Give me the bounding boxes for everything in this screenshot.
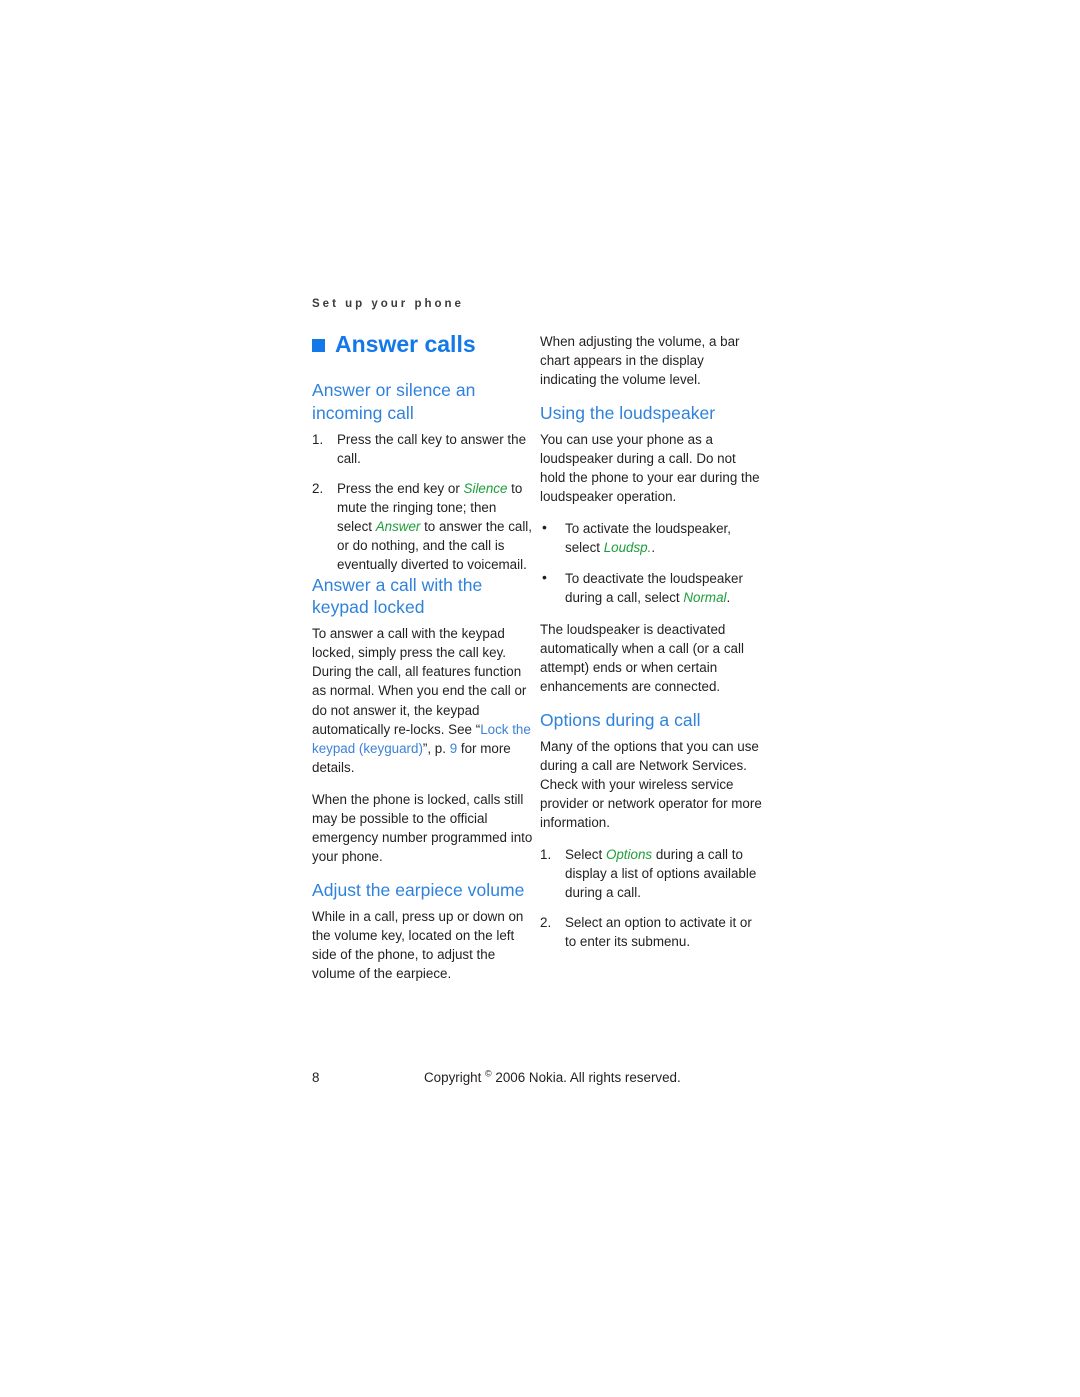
list-marker: 1.: [312, 431, 324, 447]
loudspeaker-bullets: • To activate the loudspeaker, select Lo…: [540, 519, 764, 606]
list-item: 1. Press the call key to answer the call…: [312, 430, 534, 468]
paragraph-keypad-locked: To answer a call with the keypad locked,…: [312, 626, 531, 775]
bullet-icon: •: [542, 519, 547, 536]
paragraph-loudspeaker-deactivated: The loudspeaker is deactivated automatic…: [540, 621, 744, 694]
list-text: Press the call key to answer the call.: [337, 431, 527, 466]
heading-options-during-call: Options during a call: [540, 709, 701, 730]
chapter-title-text: Answer calls: [335, 331, 476, 357]
list-text: To activate the loudspeaker, select Loud…: [565, 521, 732, 556]
bullet-icon: •: [542, 568, 547, 585]
copyright-symbol: ©: [485, 1068, 492, 1079]
ui-term: Silence: [463, 480, 508, 496]
ui-term: Options: [605, 847, 653, 863]
list-item: 2. Select an option to activate it or to…: [540, 913, 764, 951]
heading-adjust-earpiece-volume: Adjust the earpiece volume: [312, 879, 525, 900]
left-column: Answer calls Answer or silence an incomi…: [312, 331, 534, 983]
chapter-title: Answer calls: [312, 331, 534, 357]
list-item: 2. Press the end key or Silence to mute …: [312, 479, 534, 574]
list-text: Select an option to activate it or to en…: [565, 915, 752, 950]
running-header: Set up your phone: [312, 298, 464, 310]
heading-answer-or-silence: Answer or silence an incoming call: [312, 380, 476, 423]
right-column: When adjusting the volume, a bar chart a…: [540, 332, 764, 951]
page-footer: 8 Copyright © 2006 Nokia. All rights res…: [0, 1068, 1080, 1094]
paragraph-options-network-services: Many of the options that you can use dur…: [540, 738, 762, 831]
options-steps: 1. Select Options during a call to displ…: [540, 845, 764, 951]
paragraph-loudspeaker-intro: You can use your phone as a loudspeaker …: [540, 432, 760, 505]
heading-using-loudspeaker: Using the loudspeaker: [540, 403, 716, 424]
heading-answer-keypad-locked: Answer a call with the keypad locked: [312, 574, 483, 618]
list-marker: 2.: [312, 480, 324, 496]
cross-reference-link[interactable]: 9: [450, 741, 457, 756]
list-item: • To deactivate the loudspeaker during a…: [540, 569, 764, 607]
copyright-notice: Copyright © 2006 Nokia. All rights reser…: [424, 1068, 681, 1085]
list-text: To deactivate the loudspeaker during a c…: [565, 570, 743, 605]
list-item: • To activate the loudspeaker, select Lo…: [540, 519, 764, 557]
list-marker: 2.: [540, 915, 552, 931]
square-bullet-icon: [312, 339, 325, 353]
paragraph-volume-bar-chart: When adjusting the volume, a bar chart a…: [540, 334, 740, 388]
list-marker: 1.: [540, 847, 552, 863]
ui-term: Loudsp.: [603, 540, 652, 556]
list-text: Press the end key or Silence to mute the…: [337, 480, 533, 572]
answer-silence-steps: 1. Press the call key to answer the call…: [312, 430, 534, 574]
list-text: Select Options during a call to display …: [565, 847, 757, 901]
cross-reference-link[interactable]: Lock the keypad (keyguard): [312, 722, 531, 756]
copyright-after: 2006 Nokia. All rights reserved.: [491, 1070, 681, 1085]
paragraph-emergency-number: When the phone is locked, calls still ma…: [312, 791, 533, 864]
list-item: 1. Select Options during a call to displ…: [540, 845, 764, 902]
copyright-before: Copyright: [424, 1070, 486, 1085]
paragraph-adjust-volume: While in a call, press up or down on the…: [312, 908, 524, 982]
ui-term: Normal: [683, 589, 727, 605]
manual-page: Set up your phone Answer calls Answer or…: [0, 0, 1080, 1397]
page-number: 8: [312, 1070, 320, 1085]
ui-term: Answer: [375, 518, 421, 534]
